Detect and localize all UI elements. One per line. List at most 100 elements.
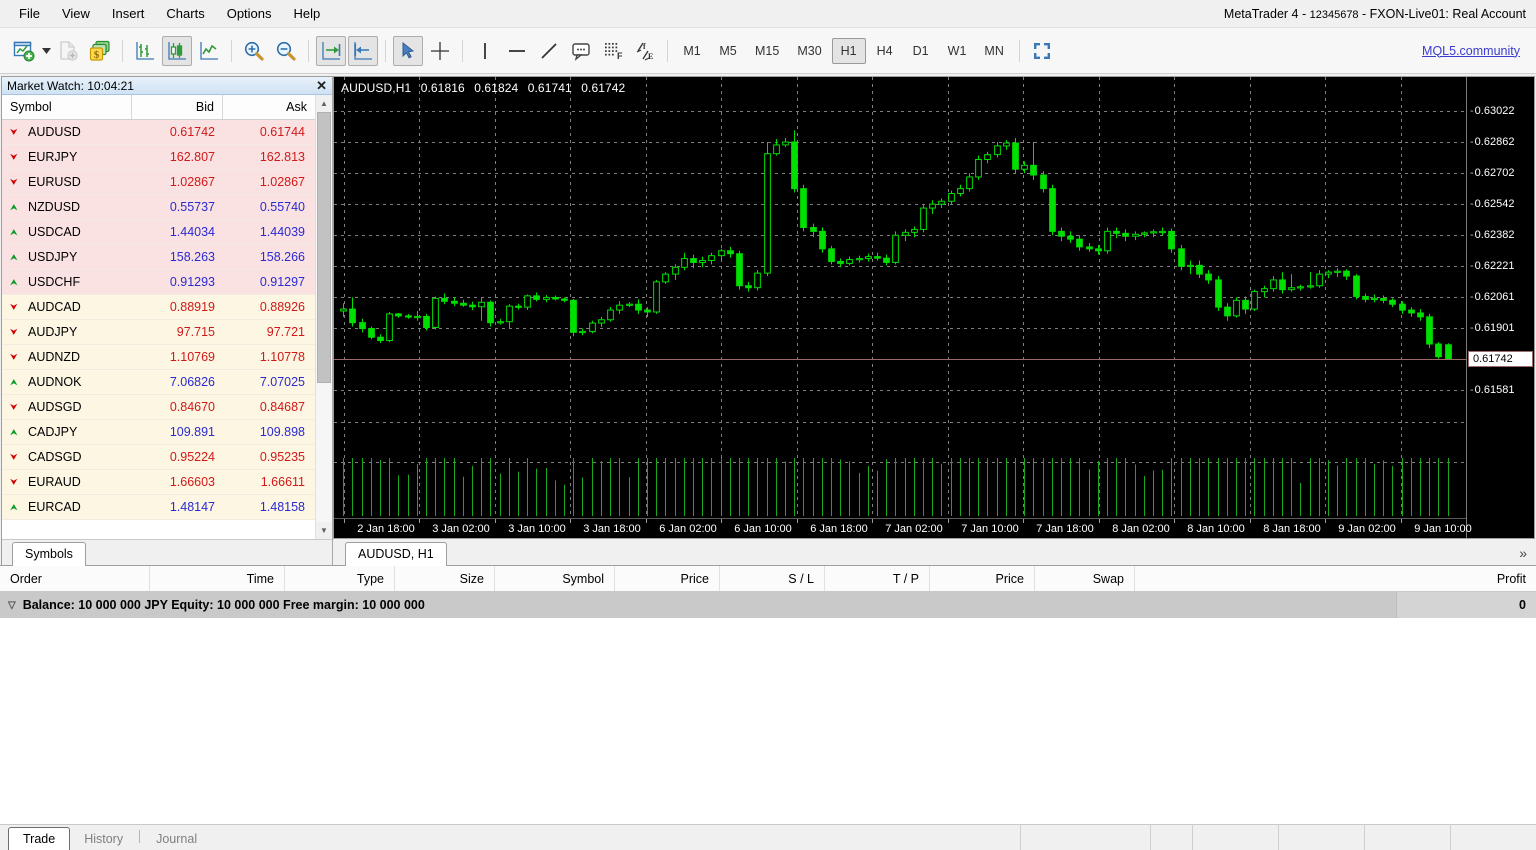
time-tick-label: 8 Jan 02:00 [1112,523,1170,535]
line-chart-icon[interactable] [194,36,224,66]
market-watch-row[interactable]: ⮟ AUDSGD 0.84670 0.84687 [2,395,315,420]
timeframe-m15[interactable]: M15 [747,38,787,64]
terminal-column-price[interactable]: Price [930,566,1035,591]
crosshair-icon[interactable] [425,36,455,66]
market-watch-row[interactable]: ⮟ AUDCAD 0.88919 0.88926 [2,295,315,320]
indicators-icon[interactable]: F [598,36,628,66]
market-watch-row[interactable]: ⮝ USDCHF 0.91293 0.91297 [2,270,315,295]
trendline-icon[interactable] [534,36,564,66]
market-watch-scrollbar[interactable]: ▲ ▼ [315,95,332,539]
menu-item-help[interactable]: Help [283,3,332,24]
terminal-column-size[interactable]: Size [395,566,495,591]
market-watch-row[interactable]: ⮝ AUDNOK 7.06826 7.07025 [2,370,315,395]
column-header-ask[interactable]: Ask [223,95,315,119]
column-header-symbol[interactable]: Symbol [2,95,132,119]
terminal-column-time[interactable]: Time [150,566,285,591]
account-summary-row[interactable]: ▽ Balance: 10 000 000 JPY Equity: 10 000… [0,592,1536,618]
scroll-down-icon[interactable]: ▼ [316,522,332,539]
chart-open: 0.61816 [420,81,465,95]
market-watch-row[interactable]: ⮟ EURUSD 1.02867 1.02867 [2,170,315,195]
terminal-column-swap[interactable]: Swap [1035,566,1135,591]
terminal-column-order[interactable]: Order [0,566,150,591]
horizontal-line-icon[interactable] [502,36,532,66]
timeframe-h1[interactable]: H1 [831,37,866,64]
market-watch-row[interactable]: ⮝ USDCAD 1.44034 1.44039 [2,220,315,245]
cursor-icon[interactable] [393,35,423,66]
toolbar-separator [308,39,309,62]
text-label-icon[interactable] [566,36,596,66]
timeframe-d1[interactable]: D1 [904,38,938,64]
terminal-column-t-p[interactable]: T / P [825,566,930,591]
timeframe-m1[interactable]: M1 [675,38,709,64]
market-watch-row[interactable]: ⮟ EURJPY 162.807 162.813 [2,145,315,170]
timeframe-w1[interactable]: W1 [940,38,975,64]
zoom-out-icon[interactable] [271,36,301,66]
menu-item-view[interactable]: View [51,3,101,24]
chart-shift-icon[interactable] [348,35,378,66]
tab-chart-audusd-h1[interactable]: AUDUSD, H1 [345,542,447,566]
time-tick-mark [419,519,420,523]
bar-chart-icon[interactable] [130,36,160,66]
market-watch-row[interactable]: ⮟ AUDJPY 97.715 97.721 [2,320,315,345]
tab-trade[interactable]: Trade [8,827,71,850]
tab-history[interactable]: History [70,828,137,850]
price-axis[interactable]: -0.63022 -0.62862 -0.62702 -0.62542 -0.62382… [1466,77,1534,538]
terminal-column-price[interactable]: Price [615,566,720,591]
market-watch-row[interactable]: ⮝ CADJPY 109.891 109.898 [2,420,315,445]
menu-bar: File View Insert Charts Options Help Met… [0,0,1536,28]
fullscreen-icon[interactable] [1027,36,1057,66]
market-watch-row[interactable]: ⮝ NZDUSD 0.55737 0.55740 [2,195,315,220]
market-watch-row[interactable]: ⮟ AUDUSD 0.61742 0.61744 [2,120,315,145]
timeframe-h4[interactable]: H4 [868,38,902,64]
auto-scroll-icon[interactable] [316,35,346,66]
vertical-line-icon[interactable] [470,36,500,66]
market-watch-row[interactable]: ⮝ EURCAD 1.48147 1.48158 [2,495,315,520]
time-tick-mark [797,519,798,523]
menu-item-charts[interactable]: Charts [155,3,215,24]
expander-icon[interactable]: ▽ [8,600,16,611]
timeframe-m5[interactable]: M5 [711,38,745,64]
symbol-name: CADJPY [28,425,78,439]
expert-advisors-icon[interactable]: f E [630,36,660,66]
timeframe-m30[interactable]: M30 [789,38,829,64]
market-watch-row[interactable]: ⮟ AUDNZD 1.10769 1.10778 [2,345,315,370]
menu-item-file[interactable]: File [8,3,51,24]
direction-arrow-icon: ⮟ [10,351,18,362]
new-chart-dropdown-icon[interactable] [40,47,52,54]
chart-symbol-timeframe: AUDUSD,H1 [341,81,412,95]
mql5-community-link[interactable]: MQL5.community [1422,44,1520,58]
market-watch-row[interactable]: ⮟ CADSGD 0.95224 0.95235 [2,445,315,470]
market-watch-row[interactable]: ⮟ EURAUD 1.66603 1.66611 [2,470,315,495]
autotrading-icon[interactable]: $ [85,36,115,66]
menu-item-options[interactable]: Options [216,3,283,24]
zoom-in-icon[interactable] [239,36,269,66]
time-axis[interactable]: 2 Jan 18:00 3 Jan 02:00 3 Jan 10:00 3 Jan 1… [334,518,1472,538]
scroll-up-icon[interactable]: ▲ [316,95,332,112]
menu-item-insert[interactable]: Insert [101,3,156,24]
market-watch-title: Market Watch: 10:04:21 [7,78,134,93]
terminal-column-type[interactable]: Type [285,566,395,591]
candlestick-chart-icon[interactable] [162,35,192,66]
symbol-cell: ⮝ CADJPY [2,425,132,439]
terminal-column-s-l[interactable]: S / L [720,566,825,591]
tab-journal[interactable]: Journal [142,828,211,850]
new-order-icon[interactable] [53,36,83,66]
scrollbar-track[interactable] [316,112,332,522]
market-watch-row[interactable]: ⮝ USDJPY 158.263 158.266 [2,245,315,270]
terminal-column-profit[interactable]: Profit [1135,566,1536,591]
bid-cell: 158.263 [169,250,215,264]
column-header-bid[interactable]: Bid [132,95,223,119]
balance-summary-text: Balance: 10 000 000 JPY Equity: 10 000 0… [22,598,425,612]
timeframe-mn[interactable]: MN [976,38,1011,64]
bid-cell: 0.91293 [169,275,215,289]
direction-arrow-icon: ⮝ [10,276,18,287]
terminal-column-symbol[interactable]: Symbol [495,566,615,591]
close-icon[interactable]: ✕ [316,78,327,94]
tab-symbols[interactable]: Symbols [12,542,86,566]
new-chart-icon[interactable] [9,36,39,66]
status-cell-5 [1364,824,1450,850]
scrollbar-thumb[interactable] [317,112,331,383]
chart-window[interactable]: AUDUSD,H1 0.61816 0.61824 0.61741 0.6174… [333,76,1535,539]
more-tabs-icon[interactable]: » [1519,545,1527,561]
time-tick-label: 2 Jan 18:00 [357,523,415,535]
